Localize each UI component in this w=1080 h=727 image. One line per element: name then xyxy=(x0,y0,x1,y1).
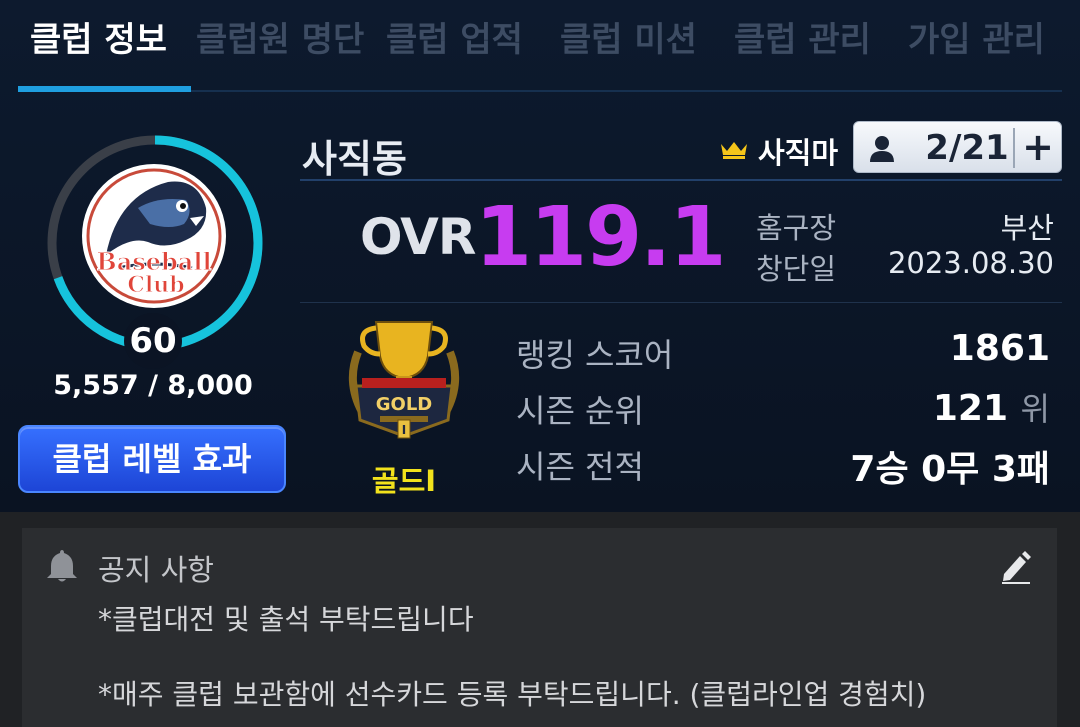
emblem-roman-numeral: I xyxy=(402,423,406,437)
home-stadium-value: 부산 xyxy=(1000,211,1054,245)
gold-tier-emblem: GOLD I xyxy=(348,321,460,439)
season-rank-label: 시즌 순위 xyxy=(516,392,644,430)
club-master-name: 사직마 xyxy=(758,136,839,170)
member-icon xyxy=(870,136,894,162)
ranking-score-value: 1861 xyxy=(949,328,1050,369)
season-record-value: 7승 0무 3패 xyxy=(850,449,1050,490)
ranking-score-label: 랭킹 스코어 xyxy=(516,336,674,374)
season-record-label: 시즌 전적 xyxy=(516,448,644,486)
season-rank-value: 121 위 xyxy=(933,384,1050,430)
notice-line: *매주 클럽 보관함에 선수카드 등록 부탁드립니다. (클럽라인업 경험치) xyxy=(98,678,927,711)
tab-club-management[interactable]: 클럽 관리 xyxy=(734,14,871,66)
member-count: 2/21 xyxy=(925,128,1009,168)
founded-date-value: 2023.08.30 xyxy=(887,246,1054,280)
tab-club-members[interactable]: 클럽원 명단 xyxy=(196,14,364,66)
section-divider xyxy=(300,302,1062,303)
notice-line: *클럽대전 및 출석 부탁드립니다 xyxy=(98,603,474,636)
club-level-effect-button[interactable]: 클럽 레벨 효과 xyxy=(18,425,286,493)
tab-club-info[interactable]: 클럽 정보 xyxy=(30,14,167,66)
ovr-value: 119.1 xyxy=(475,190,726,285)
emblem-gold-text: GOLD xyxy=(376,394,433,415)
active-tab-indicator xyxy=(18,86,191,92)
club-level-badge: 60 xyxy=(124,313,182,369)
bell-icon xyxy=(47,550,77,582)
crown-icon xyxy=(721,142,747,159)
tab-club-missions[interactable]: 클럽 미션 xyxy=(560,14,697,66)
edit-icon[interactable] xyxy=(1000,550,1032,584)
header-divider xyxy=(300,179,1062,181)
club-name: 사직동 xyxy=(302,137,407,181)
notice-title: 공지 사항 xyxy=(98,553,214,587)
member-count-box: 2/21 + xyxy=(853,121,1062,173)
logo-text-club: Club xyxy=(127,272,184,298)
founded-date-label: 창단일 xyxy=(756,252,837,286)
club-logo: Baseball Club xyxy=(82,164,226,308)
season-rank-number: 121 xyxy=(932,388,1008,429)
tab-bar: 클럽 정보 클럽원 명단 클럽 업적 클럽 미션 클럽 관리 가입 관리 xyxy=(0,0,1080,92)
tier-name: 골드I xyxy=(371,464,437,498)
plus-icon[interactable]: + xyxy=(1015,122,1061,172)
club-exp-text: 5,557 / 8,000 xyxy=(53,370,253,401)
home-stadium-label: 홈구장 xyxy=(756,211,837,245)
tab-club-achievements[interactable]: 클럽 업적 xyxy=(386,14,523,66)
ovr-label: OVR xyxy=(360,208,476,266)
season-rank-unit: 위 xyxy=(1020,390,1050,428)
tab-join-management[interactable]: 가입 관리 xyxy=(908,14,1045,66)
